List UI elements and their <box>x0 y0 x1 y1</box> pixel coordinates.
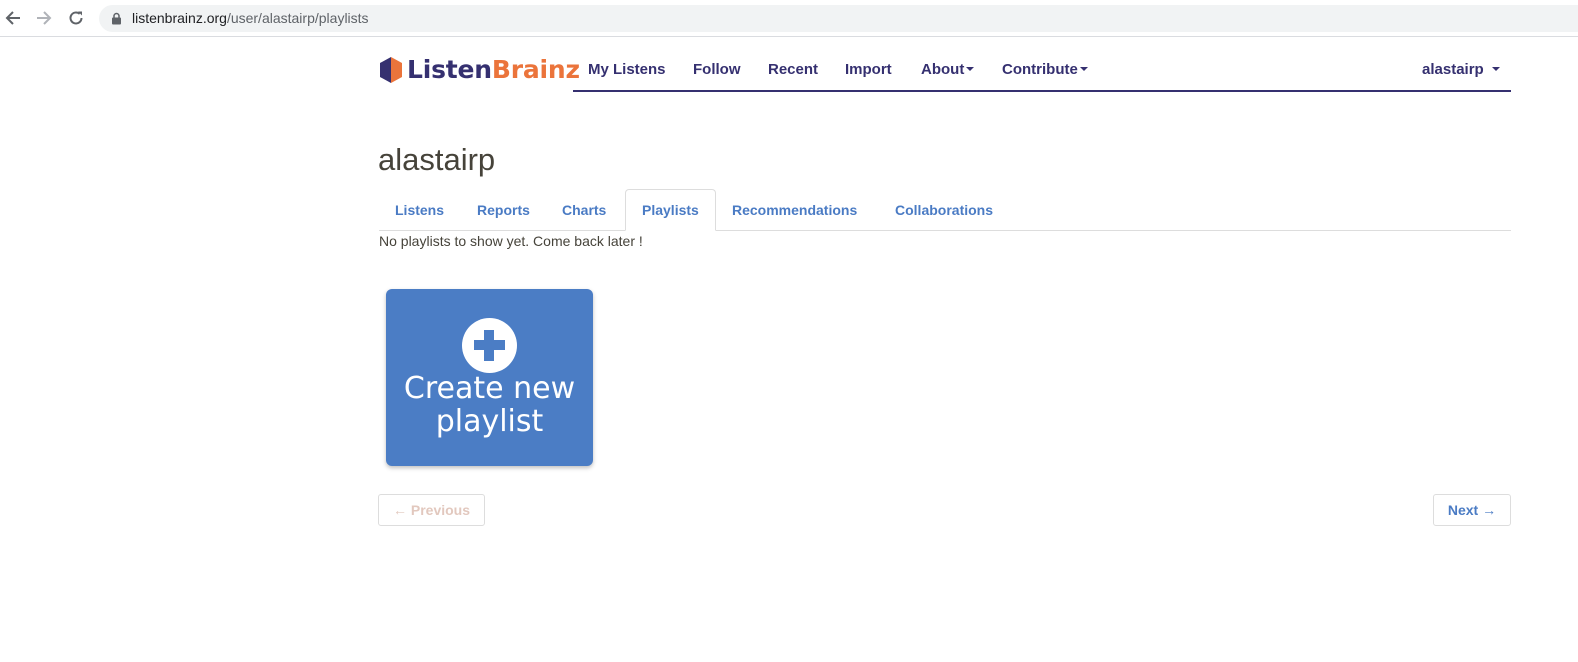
tab-reports[interactable]: Reports <box>461 189 546 231</box>
tab-listens[interactable]: Listens <box>379 189 460 231</box>
user-tabs: Listens Reports Charts Playlists Recomme… <box>379 189 1511 231</box>
main-navbar: My Listens Follow Recent Import About Co… <box>573 52 1511 92</box>
logo-hexagon-icon <box>380 57 402 83</box>
page-title: alastairp <box>378 142 496 177</box>
tab-recommendations[interactable]: Recommendations <box>716 189 873 231</box>
create-label-line1: Create new <box>403 371 576 406</box>
browser-toolbar: listenbrainz.org/user/alastairp/playlist… <box>0 0 1578 37</box>
user-menu-label: alastairp <box>1422 61 1484 78</box>
url-host: listenbrainz.org <box>132 10 227 26</box>
empty-playlists-message: No playlists to show yet. Come back late… <box>379 233 643 249</box>
logo-wordmark: ListenBrainz <box>407 55 580 85</box>
user-menu-dropdown[interactable]: alastairp <box>1422 61 1500 79</box>
plus-circle-icon <box>462 318 517 373</box>
caret-down-icon <box>1079 67 1088 72</box>
reload-icon[interactable] <box>65 7 87 29</box>
create-new-playlist-card[interactable]: Create new playlist <box>386 289 593 466</box>
tab-playlists[interactable]: Playlists <box>625 189 716 231</box>
logo-brainz: Brainz <box>491 55 580 84</box>
nav-contribute-label: Contribute <box>1002 61 1078 78</box>
next-page-button[interactable]: Next → <box>1433 494 1511 526</box>
nav-my-listens[interactable]: My Listens <box>588 61 666 79</box>
tab-collaborations[interactable]: Collaborations <box>879 189 1009 231</box>
url-path: /user/alastairp/playlists <box>226 10 369 26</box>
nav-about-label: About <box>921 61 965 78</box>
url-text: listenbrainz.org/user/alastairp/playlist… <box>132 10 369 27</box>
site-logo[interactable]: ListenBrainz <box>379 55 580 85</box>
tab-charts[interactable]: Charts <box>546 189 622 231</box>
caret-down-icon <box>1491 67 1500 72</box>
lock-icon <box>112 12 121 25</box>
nav-recent[interactable]: Recent <box>768 61 818 79</box>
previous-page-button[interactable]: ← Previous <box>378 494 485 526</box>
create-playlist-label: Create new playlist <box>386 372 593 438</box>
address-bar[interactable]: listenbrainz.org/user/alastairp/playlist… <box>99 5 1578 32</box>
create-label-line2: playlist <box>435 404 544 439</box>
caret-down-icon <box>966 67 975 72</box>
nav-follow[interactable]: Follow <box>693 61 741 79</box>
back-arrow-icon[interactable] <box>2 7 24 29</box>
forward-arrow-icon[interactable] <box>33 7 55 29</box>
nav-import[interactable]: Import <box>845 61 892 79</box>
logo-listen: Listen <box>407 55 492 84</box>
nav-contribute-dropdown[interactable]: Contribute <box>1002 61 1088 79</box>
nav-about-dropdown[interactable]: About <box>921 61 975 79</box>
